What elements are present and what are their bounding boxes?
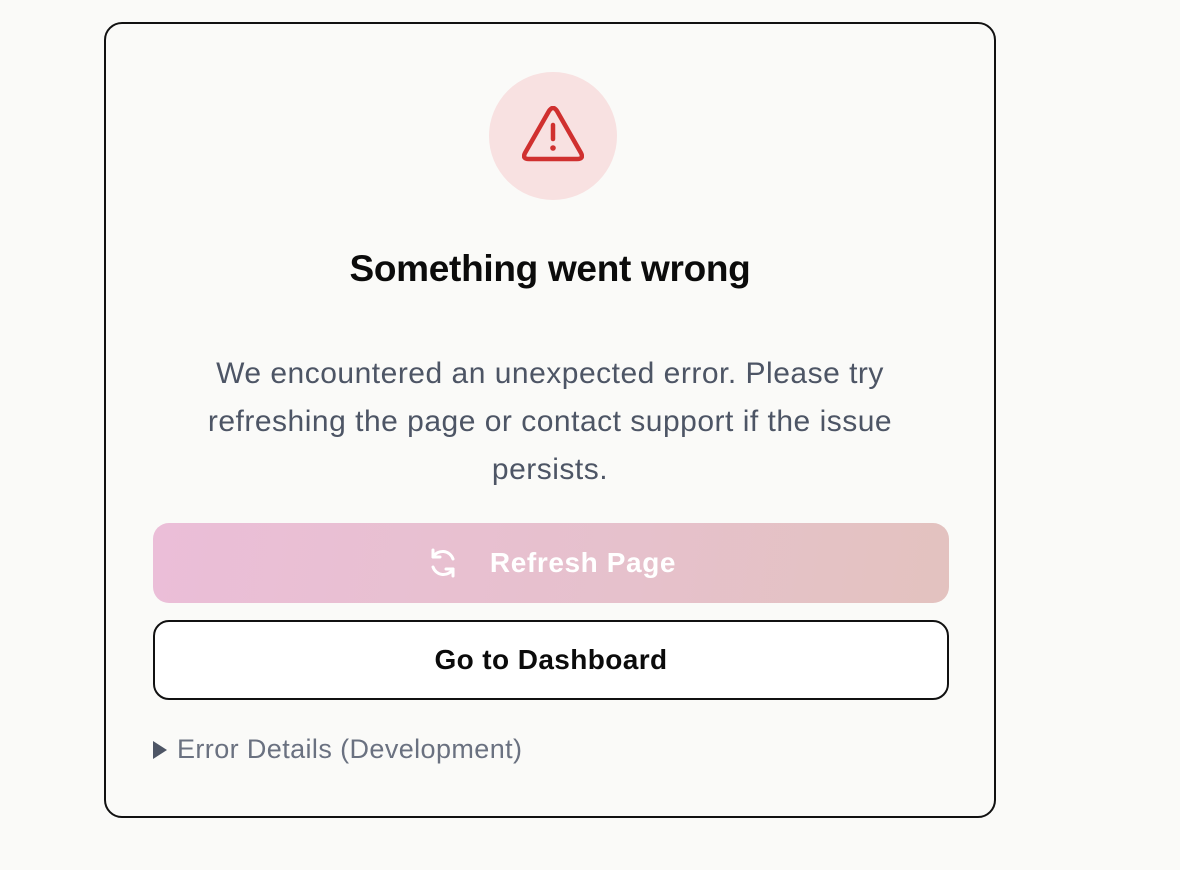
refresh-page-label: Refresh Page [489, 547, 677, 578]
error-details-toggle[interactable]: Error Details (Development) [153, 734, 522, 765]
error-message: We encountered an unexpected error. Plea… [207, 357, 893, 486]
go-to-dashboard-button[interactable]: Go to Dashboard [153, 620, 949, 700]
refresh-icon [426, 546, 460, 580]
triangle-right-icon [153, 740, 167, 759]
error-title: Something went wrong [349, 248, 751, 289]
refresh-page-button[interactable]: Refresh Page [153, 523, 949, 603]
warning-icon-circle [489, 72, 617, 200]
error-card: Something went wrong We encountered an u… [104, 22, 996, 818]
error-details-label: Error Details (Development) [177, 734, 523, 764]
warning-triangle-icon [521, 105, 585, 167]
